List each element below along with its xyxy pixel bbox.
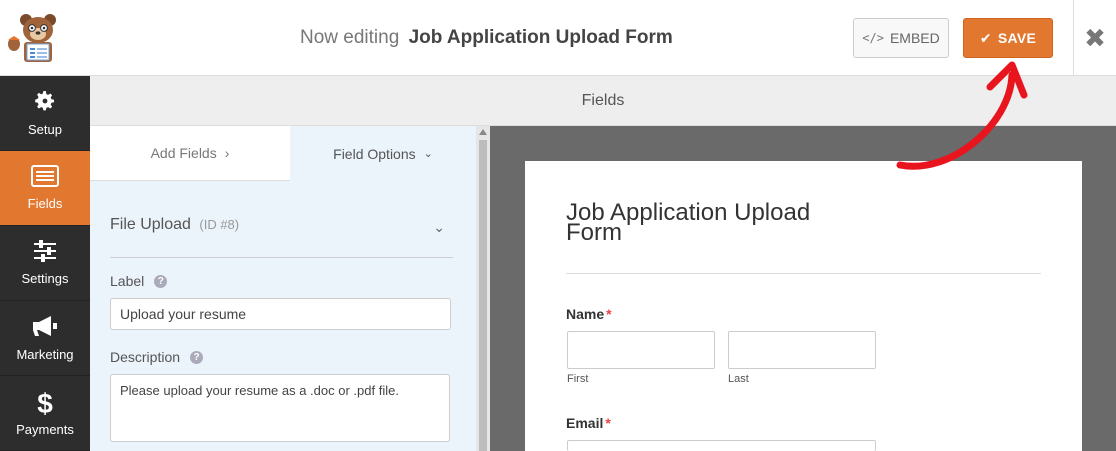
help-icon[interactable]: ? bbox=[190, 350, 204, 364]
sidebar-item-marketing[interactable]: Marketing bbox=[0, 301, 90, 376]
email-input[interactable] bbox=[567, 440, 876, 451]
required-mark: * bbox=[605, 415, 611, 431]
form-preview-card: Job Application Upload Form Name * First … bbox=[525, 161, 1082, 451]
chevron-down-icon[interactable]: ⌄ bbox=[433, 219, 445, 236]
field-name: File Upload bbox=[110, 216, 191, 233]
panel-tabs: Add Fields › Field Options ⌄ bbox=[90, 126, 476, 181]
panel-scrollbar[interactable] bbox=[476, 126, 490, 451]
name-field-label[interactable]: Name * bbox=[566, 306, 612, 322]
required-mark: * bbox=[606, 306, 612, 322]
sidebar-item-label: Marketing bbox=[16, 347, 74, 362]
scroll-up-arrow-icon[interactable] bbox=[479, 129, 487, 135]
gear-icon bbox=[33, 89, 57, 118]
code-icon: </> bbox=[862, 31, 884, 45]
embed-label: EMBED bbox=[889, 30, 940, 46]
top-bar: Now editing Job Application Upload Form … bbox=[0, 0, 1116, 76]
save-label: SAVE bbox=[997, 30, 1037, 46]
divider bbox=[566, 273, 1041, 274]
help-icon[interactable]: ? bbox=[154, 274, 168, 288]
fields-list-icon bbox=[31, 165, 59, 192]
form-name: Job Application Upload Form bbox=[408, 27, 673, 48]
first-name-input[interactable] bbox=[567, 331, 715, 369]
title-prefix: Now editing bbox=[300, 27, 400, 48]
chevron-down-icon: ⌄ bbox=[423, 148, 433, 160]
sidebar-item-setup[interactable]: Setup bbox=[0, 76, 90, 151]
embed-button[interactable]: </> EMBED bbox=[853, 18, 949, 58]
label-input[interactable] bbox=[110, 298, 451, 330]
dollar-icon: $ bbox=[37, 387, 53, 419]
tab-label: Field Options bbox=[333, 145, 416, 162]
close-button[interactable]: ✖ bbox=[1073, 0, 1116, 76]
sidebar-item-payments[interactable]: $ Payments bbox=[0, 376, 90, 451]
page-title: Now editing Job Application Upload Form bbox=[300, 27, 830, 49]
description-textarea[interactable]: Please upload your resume as a .doc or .… bbox=[110, 374, 450, 442]
description-caption: Description ? bbox=[110, 349, 204, 365]
sidebar-item-label: Settings bbox=[21, 271, 69, 286]
field-group-header[interactable]: File Upload (ID #8) ⌄ bbox=[110, 216, 453, 258]
email-label-text: Email bbox=[566, 415, 604, 431]
tab-label: Add Fields bbox=[150, 145, 217, 161]
email-field-label[interactable]: Email * bbox=[566, 415, 611, 431]
tab-field-options[interactable]: Field Options ⌄ bbox=[290, 126, 476, 181]
last-sublabel: Last bbox=[728, 373, 749, 385]
chevron-right-icon: › bbox=[224, 145, 230, 161]
name-label-text: Name bbox=[566, 306, 605, 322]
wpforms-logo bbox=[0, 0, 90, 76]
sidebar-item-fields[interactable]: Fields bbox=[0, 151, 90, 226]
form-preview-area: Job Application Upload Form Name * First … bbox=[490, 126, 1116, 451]
label-caption-text: Label bbox=[110, 273, 145, 289]
sidebar: Setup Fields Settings Marketing $ Paymen… bbox=[0, 76, 90, 451]
first-sublabel: First bbox=[567, 373, 589, 385]
megaphone-icon bbox=[31, 314, 59, 343]
sidebar-item-settings[interactable]: Settings bbox=[0, 226, 90, 301]
sidebar-item-label: Payments bbox=[16, 421, 74, 437]
label-caption: Label ? bbox=[110, 273, 168, 289]
scrollbar-thumb[interactable] bbox=[479, 140, 487, 451]
close-icon: ✖ bbox=[1084, 22, 1106, 53]
form-preview-title: Job Application Upload Form bbox=[566, 199, 811, 246]
last-name-input[interactable] bbox=[728, 331, 876, 369]
sidebar-item-label: Setup bbox=[28, 122, 62, 137]
tab-add-fields[interactable]: Add Fields › bbox=[90, 126, 290, 181]
save-button[interactable]: ✔ SAVE bbox=[963, 18, 1053, 58]
checkmark-icon: ✔ bbox=[979, 29, 992, 46]
field-options-panel: Add Fields › Field Options ⌄ File Upload… bbox=[90, 126, 476, 451]
description-caption-text: Description bbox=[110, 349, 181, 365]
sidebar-item-label: Fields bbox=[27, 196, 63, 211]
sliders-icon bbox=[33, 240, 57, 267]
section-header: Fields bbox=[90, 76, 1116, 126]
field-id: (ID #8) bbox=[199, 217, 240, 232]
